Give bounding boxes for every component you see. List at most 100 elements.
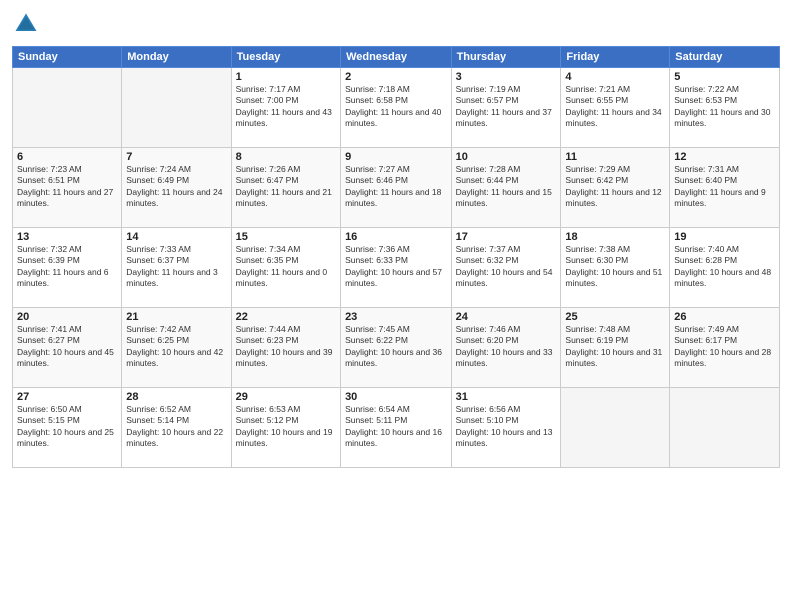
day-detail: Sunrise: 7:36 AMSunset: 6:33 PMDaylight:… — [345, 244, 447, 290]
day-number: 21 — [126, 311, 226, 323]
calendar-cell — [561, 388, 670, 468]
day-number: 7 — [126, 151, 226, 163]
day-detail: Sunrise: 6:50 AMSunset: 5:15 PMDaylight:… — [17, 404, 117, 450]
calendar-week-row: 6Sunrise: 7:23 AMSunset: 6:51 PMDaylight… — [13, 148, 780, 228]
day-detail: Sunrise: 7:31 AMSunset: 6:40 PMDaylight:… — [674, 164, 775, 210]
calendar-cell: 4Sunrise: 7:21 AMSunset: 6:55 PMDaylight… — [561, 68, 670, 148]
calendar-cell: 27Sunrise: 6:50 AMSunset: 5:15 PMDayligh… — [13, 388, 122, 468]
day-detail: Sunrise: 7:41 AMSunset: 6:27 PMDaylight:… — [17, 324, 117, 370]
calendar-cell: 8Sunrise: 7:26 AMSunset: 6:47 PMDaylight… — [231, 148, 340, 228]
day-detail: Sunrise: 7:26 AMSunset: 6:47 PMDaylight:… — [236, 164, 336, 210]
day-detail: Sunrise: 7:21 AMSunset: 6:55 PMDaylight:… — [565, 84, 665, 130]
calendar-cell: 15Sunrise: 7:34 AMSunset: 6:35 PMDayligh… — [231, 228, 340, 308]
day-number: 4 — [565, 71, 665, 83]
weekday-header: Saturday — [670, 47, 780, 68]
day-detail: Sunrise: 7:33 AMSunset: 6:37 PMDaylight:… — [126, 244, 226, 290]
calendar-cell: 11Sunrise: 7:29 AMSunset: 6:42 PMDayligh… — [561, 148, 670, 228]
calendar-cell: 17Sunrise: 7:37 AMSunset: 6:32 PMDayligh… — [451, 228, 561, 308]
day-number: 24 — [456, 311, 557, 323]
day-detail: Sunrise: 7:23 AMSunset: 6:51 PMDaylight:… — [17, 164, 117, 210]
calendar-cell: 21Sunrise: 7:42 AMSunset: 6:25 PMDayligh… — [122, 308, 231, 388]
day-number: 20 — [17, 311, 117, 323]
weekday-header: Monday — [122, 47, 231, 68]
calendar-week-row: 13Sunrise: 7:32 AMSunset: 6:39 PMDayligh… — [13, 228, 780, 308]
day-detail: Sunrise: 7:17 AMSunset: 7:00 PMDaylight:… — [236, 84, 336, 130]
calendar-cell: 6Sunrise: 7:23 AMSunset: 6:51 PMDaylight… — [13, 148, 122, 228]
day-number: 12 — [674, 151, 775, 163]
calendar-table: SundayMondayTuesdayWednesdayThursdayFrid… — [12, 46, 780, 468]
day-number: 22 — [236, 311, 336, 323]
day-number: 1 — [236, 71, 336, 83]
calendar-cell: 12Sunrise: 7:31 AMSunset: 6:40 PMDayligh… — [670, 148, 780, 228]
calendar-week-row: 20Sunrise: 7:41 AMSunset: 6:27 PMDayligh… — [13, 308, 780, 388]
day-number: 23 — [345, 311, 447, 323]
day-number: 28 — [126, 391, 226, 403]
calendar-cell: 13Sunrise: 7:32 AMSunset: 6:39 PMDayligh… — [13, 228, 122, 308]
day-detail: Sunrise: 7:22 AMSunset: 6:53 PMDaylight:… — [674, 84, 775, 130]
day-number: 29 — [236, 391, 336, 403]
day-number: 16 — [345, 231, 447, 243]
day-detail: Sunrise: 7:24 AMSunset: 6:49 PMDaylight:… — [126, 164, 226, 210]
day-number: 19 — [674, 231, 775, 243]
calendar-cell: 14Sunrise: 7:33 AMSunset: 6:37 PMDayligh… — [122, 228, 231, 308]
day-detail: Sunrise: 6:53 AMSunset: 5:12 PMDaylight:… — [236, 404, 336, 450]
calendar-cell: 7Sunrise: 7:24 AMSunset: 6:49 PMDaylight… — [122, 148, 231, 228]
day-number: 11 — [565, 151, 665, 163]
calendar-week-row: 1Sunrise: 7:17 AMSunset: 7:00 PMDaylight… — [13, 68, 780, 148]
calendar-cell: 24Sunrise: 7:46 AMSunset: 6:20 PMDayligh… — [451, 308, 561, 388]
calendar-cell — [670, 388, 780, 468]
day-number: 31 — [456, 391, 557, 403]
calendar-cell: 9Sunrise: 7:27 AMSunset: 6:46 PMDaylight… — [341, 148, 452, 228]
day-detail: Sunrise: 7:18 AMSunset: 6:58 PMDaylight:… — [345, 84, 447, 130]
day-number: 9 — [345, 151, 447, 163]
calendar-week-row: 27Sunrise: 6:50 AMSunset: 5:15 PMDayligh… — [13, 388, 780, 468]
day-detail: Sunrise: 7:44 AMSunset: 6:23 PMDaylight:… — [236, 324, 336, 370]
calendar-cell — [13, 68, 122, 148]
calendar-cell: 28Sunrise: 6:52 AMSunset: 5:14 PMDayligh… — [122, 388, 231, 468]
day-number: 8 — [236, 151, 336, 163]
calendar-cell: 29Sunrise: 6:53 AMSunset: 5:12 PMDayligh… — [231, 388, 340, 468]
day-detail: Sunrise: 7:19 AMSunset: 6:57 PMDaylight:… — [456, 84, 557, 130]
calendar-cell — [122, 68, 231, 148]
calendar-cell: 31Sunrise: 6:56 AMSunset: 5:10 PMDayligh… — [451, 388, 561, 468]
day-number: 5 — [674, 71, 775, 83]
header — [12, 10, 780, 38]
day-detail: Sunrise: 7:49 AMSunset: 6:17 PMDaylight:… — [674, 324, 775, 370]
logo-icon — [12, 10, 40, 38]
day-number: 27 — [17, 391, 117, 403]
day-number: 26 — [674, 311, 775, 323]
calendar-header-row: SundayMondayTuesdayWednesdayThursdayFrid… — [13, 47, 780, 68]
day-number: 14 — [126, 231, 226, 243]
calendar-cell: 30Sunrise: 6:54 AMSunset: 5:11 PMDayligh… — [341, 388, 452, 468]
calendar-cell: 19Sunrise: 7:40 AMSunset: 6:28 PMDayligh… — [670, 228, 780, 308]
calendar-cell: 16Sunrise: 7:36 AMSunset: 6:33 PMDayligh… — [341, 228, 452, 308]
day-detail: Sunrise: 7:42 AMSunset: 6:25 PMDaylight:… — [126, 324, 226, 370]
day-detail: Sunrise: 6:54 AMSunset: 5:11 PMDaylight:… — [345, 404, 447, 450]
day-number: 17 — [456, 231, 557, 243]
calendar-cell: 20Sunrise: 7:41 AMSunset: 6:27 PMDayligh… — [13, 308, 122, 388]
day-detail: Sunrise: 7:45 AMSunset: 6:22 PMDaylight:… — [345, 324, 447, 370]
day-detail: Sunrise: 6:56 AMSunset: 5:10 PMDaylight:… — [456, 404, 557, 450]
weekday-header: Sunday — [13, 47, 122, 68]
page-container: SundayMondayTuesdayWednesdayThursdayFrid… — [0, 0, 792, 478]
calendar-cell: 3Sunrise: 7:19 AMSunset: 6:57 PMDaylight… — [451, 68, 561, 148]
weekday-header: Wednesday — [341, 47, 452, 68]
day-number: 6 — [17, 151, 117, 163]
weekday-header: Tuesday — [231, 47, 340, 68]
calendar-cell: 26Sunrise: 7:49 AMSunset: 6:17 PMDayligh… — [670, 308, 780, 388]
calendar-cell: 1Sunrise: 7:17 AMSunset: 7:00 PMDaylight… — [231, 68, 340, 148]
day-detail: Sunrise: 7:46 AMSunset: 6:20 PMDaylight:… — [456, 324, 557, 370]
logo — [12, 10, 44, 38]
day-detail: Sunrise: 7:37 AMSunset: 6:32 PMDaylight:… — [456, 244, 557, 290]
day-detail: Sunrise: 7:40 AMSunset: 6:28 PMDaylight:… — [674, 244, 775, 290]
day-number: 18 — [565, 231, 665, 243]
day-detail: Sunrise: 6:52 AMSunset: 5:14 PMDaylight:… — [126, 404, 226, 450]
day-number: 10 — [456, 151, 557, 163]
calendar-cell: 5Sunrise: 7:22 AMSunset: 6:53 PMDaylight… — [670, 68, 780, 148]
calendar-cell: 22Sunrise: 7:44 AMSunset: 6:23 PMDayligh… — [231, 308, 340, 388]
day-number: 2 — [345, 71, 447, 83]
calendar-cell: 2Sunrise: 7:18 AMSunset: 6:58 PMDaylight… — [341, 68, 452, 148]
day-detail: Sunrise: 7:28 AMSunset: 6:44 PMDaylight:… — [456, 164, 557, 210]
weekday-header: Thursday — [451, 47, 561, 68]
day-detail: Sunrise: 7:29 AMSunset: 6:42 PMDaylight:… — [565, 164, 665, 210]
